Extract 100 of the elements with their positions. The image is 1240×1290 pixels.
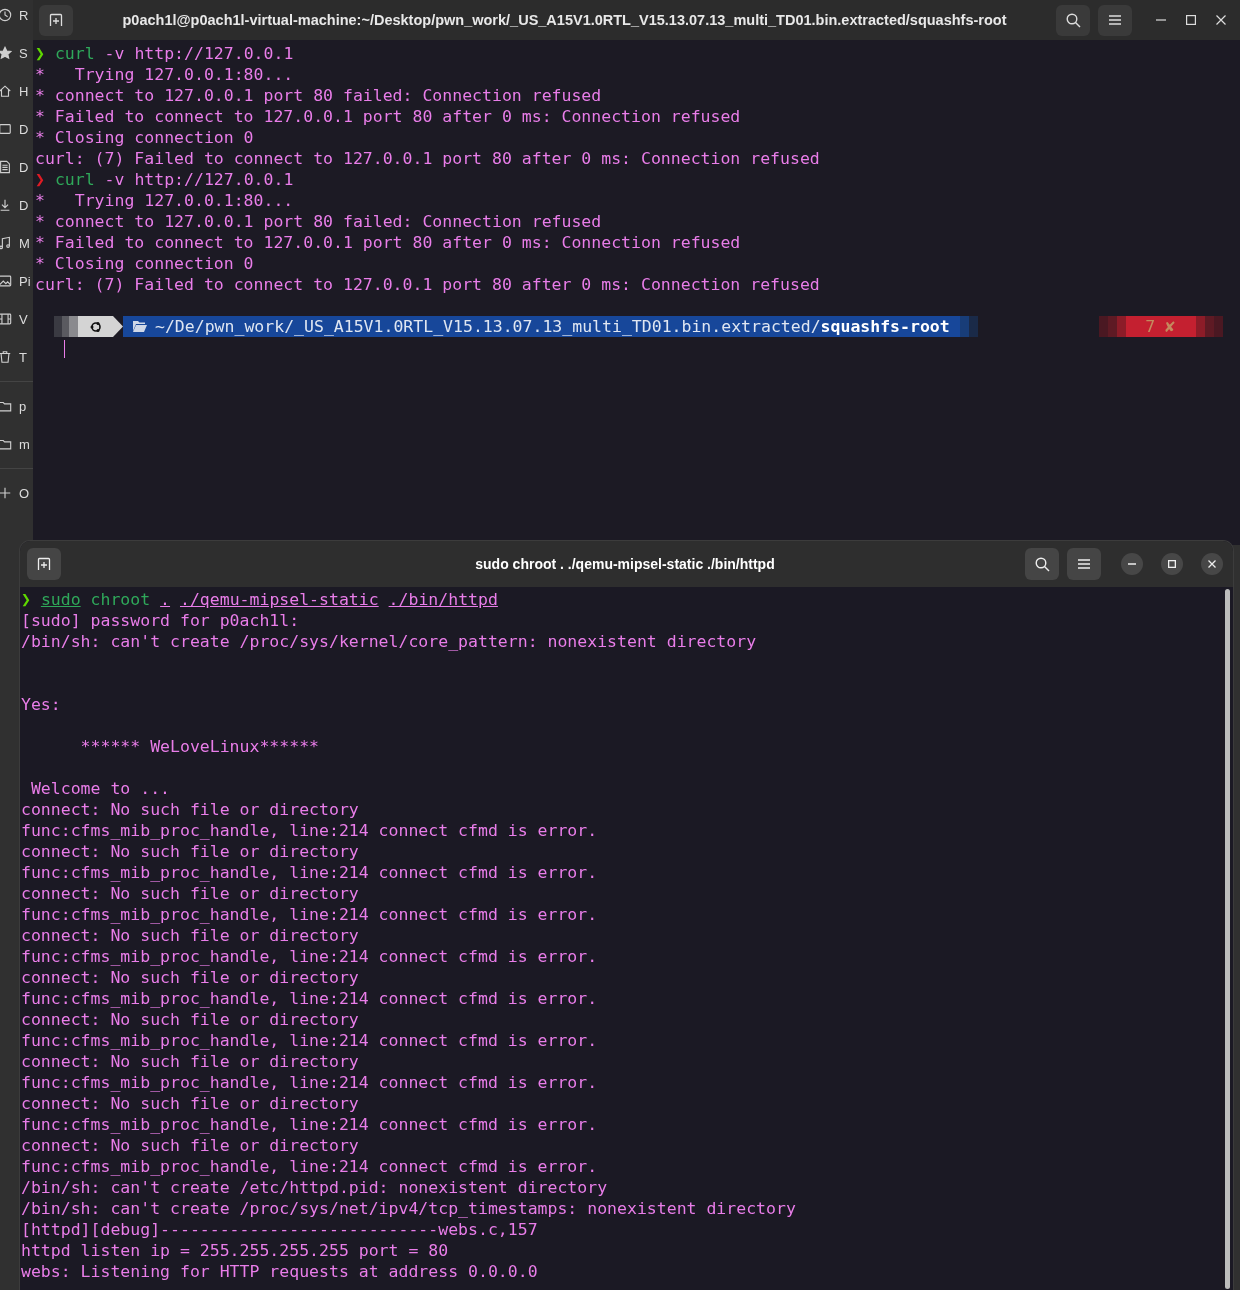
menu-icon (1108, 14, 1122, 26)
maximize-button[interactable] (1161, 553, 1183, 575)
minimize-icon (1156, 19, 1166, 21)
sidebar-item[interactable]: T (19, 349, 27, 365)
command-name: curl (54, 170, 95, 189)
menu-button[interactable] (1098, 4, 1132, 36)
output-line: /bin/sh: can't create /etc/httpd.pid: nonexistent directory (21, 1177, 608, 1198)
output-line: func:cfms_mib_proc_handle, line:214 connect cfmd is error. (21, 1114, 598, 1135)
home-icon (0, 84, 12, 98)
search-button[interactable] (1056, 4, 1090, 36)
prompt-symbol: ❯ (21, 590, 31, 609)
window-title: sudo chroot . ./qemu-mipsel-static ./bin/httpd (475, 556, 775, 572)
close-icon (1216, 15, 1226, 25)
output-line: httpd listen ip = 255.255.255.255 port = 80 (21, 1240, 449, 1261)
close-button[interactable] (1201, 553, 1223, 575)
command-argument: ./bin/httpd (388, 590, 498, 609)
sidebar-item[interactable]: D (19, 197, 29, 213)
text-cursor (64, 339, 65, 358)
film-icon (0, 312, 12, 326)
menu-button[interactable] (1067, 548, 1101, 580)
output-line: func:cfms_mib_proc_handle, line:214 connect cfmd is error. (21, 904, 598, 925)
menu-icon (1077, 558, 1091, 570)
clock-icon (0, 8, 12, 22)
folder-icon (0, 399, 12, 413)
output-line: /bin/sh: can't create /proc/sys/net/ipv4/tcp_timestamps: nonexistent directory (21, 1198, 796, 1219)
sidebar-item[interactable]: M (19, 235, 30, 251)
output-line: connect: No such file or directory (21, 799, 359, 820)
trash-icon (0, 350, 12, 364)
output-line: * Failed to connect to 127.0.0.1 port 80 after 0 ms: Connection refused (35, 232, 741, 253)
command-argument: http://127.0.0.1 (134, 44, 294, 63)
prompt-symbol: ❯ (35, 170, 45, 189)
logo-icon (89, 319, 103, 334)
output-line: * Closing connection 0 (35, 253, 254, 274)
command-name: chroot (90, 590, 151, 609)
output-line: func:cfms_mib_proc_handle, line:214 connect cfmd is error. (21, 1030, 598, 1051)
sidebar-item[interactable]: Pi (19, 273, 31, 289)
output-line: * Closing connection 0 (35, 127, 254, 148)
maximize-button[interactable] (1186, 15, 1196, 25)
sidebar-item[interactable]: H (19, 83, 29, 99)
output-line: /bin/sh: can't create /proc/sys/kernel/core_pattern: nonexistent directory (21, 631, 757, 652)
search-icon (1065, 12, 1081, 28)
search-button[interactable] (1025, 548, 1059, 580)
sidebar-item[interactable]: V (19, 311, 28, 327)
scrollbar[interactable] (1225, 589, 1230, 1289)
desktop-icon (0, 122, 12, 136)
output-line: connect: No such file or directory (21, 1135, 359, 1156)
output-line: [sudo] password for p0ach1l: (21, 610, 300, 631)
output-line: connect: No such file or directory (21, 1051, 359, 1072)
output-line: * Trying 127.0.0.1:80... (35, 64, 294, 85)
window-title: p0ach1l@p0ach1l-virtual-machine:~/Desktop/pwn_work/_US_A15V1.0RTL_V15.13.07.13_multi_TD01.bin.extracted/squashfs-root (122, 12, 1007, 28)
prompt-symbol: ❯ (35, 44, 45, 63)
sidebar-item[interactable]: D (19, 121, 29, 137)
output-line: connect: No such file or directory (21, 841, 359, 862)
sidebar-item[interactable]: O (19, 485, 30, 501)
close-icon (1208, 560, 1216, 568)
command-argument: ./qemu-mipsel-static (180, 590, 379, 609)
output-line: func:cfms_mib_proc_handle, line:214 connect cfmd is error. (21, 1072, 598, 1093)
search-icon (1034, 556, 1050, 572)
output-line: connect: No such file or directory (21, 1093, 359, 1114)
sidebar-item[interactable]: D (19, 159, 29, 175)
close-button[interactable] (1216, 15, 1226, 25)
folder-icon (0, 437, 12, 451)
sidebar-item[interactable]: S (19, 45, 28, 61)
minimize-button[interactable] (1121, 553, 1143, 575)
maximize-icon (1186, 15, 1196, 25)
output-line: func:cfms_mib_proc_handle, line:214 connect cfmd is error. (21, 820, 598, 841)
document-icon (0, 160, 12, 174)
minimize-icon (1128, 563, 1136, 565)
output-line: Welcome to ... (29, 778, 170, 799)
output-line: Yes: (21, 694, 61, 715)
new-tab-icon (49, 13, 63, 27)
picture-icon (0, 274, 12, 288)
folder-icon (133, 321, 147, 332)
new-tab-button[interactable] (27, 548, 61, 580)
output-line: func:cfms_mib_proc_handle, line:214 connect cfmd is error. (21, 1156, 598, 1177)
exit-status: 7 ✘ (1099, 316, 1223, 337)
output-line: func:cfms_mib_proc_handle, line:214 connect cfmd is error. (21, 946, 598, 967)
command-argument: -v (104, 170, 125, 189)
output-line: webs: Listening for HTTP requests at address 0.0.0.0 (21, 1261, 538, 1282)
new-tab-icon (37, 557, 51, 571)
path-text: ~/De/pwn_work/_US_A15V1.0RTL_V15.13.07.13_multi_TD01.bin.extracted/squashfs-root (155, 317, 950, 336)
output-line: connect: No such file or directory (21, 1009, 359, 1030)
sidebar-item[interactable]: m (19, 436, 30, 452)
output-line: * Failed to connect to 127.0.0.1 port 80 after 0 ms: Connection refused (35, 106, 741, 127)
output-line: func:cfms_mib_proc_handle, line:214 connect cfmd is error. (21, 862, 598, 883)
output-line: [httpd][debug]----------------------------webs.c,157 (21, 1219, 538, 1240)
output-line: ****** WeLoveLinux****** (79, 736, 319, 757)
maximize-icon (1168, 560, 1176, 568)
new-tab-button[interactable] (39, 4, 73, 36)
command-name: sudo (40, 590, 81, 609)
command-argument: http://127.0.0.1 (134, 170, 294, 189)
sidebar-item[interactable]: p (19, 398, 27, 414)
output-line: connect: No such file or directory (21, 967, 359, 988)
output-line: curl: (7) Failed to connect to 127.0.0.1 port 80 after 0 ms: Connection refused (35, 274, 820, 295)
output-line: * connect to 127.0.0.1 port 80 failed: Connection refused (35, 211, 602, 232)
plus-icon (0, 486, 12, 500)
command-name: curl (54, 44, 95, 63)
output-line: func:cfms_mib_proc_handle, line:214 connect cfmd is error. (21, 988, 598, 1009)
sidebar-item[interactable]: R (19, 7, 29, 23)
output-line: curl: (7) Failed to connect to 127.0.0.1 port 80 after 0 ms: Connection refused (35, 148, 820, 169)
